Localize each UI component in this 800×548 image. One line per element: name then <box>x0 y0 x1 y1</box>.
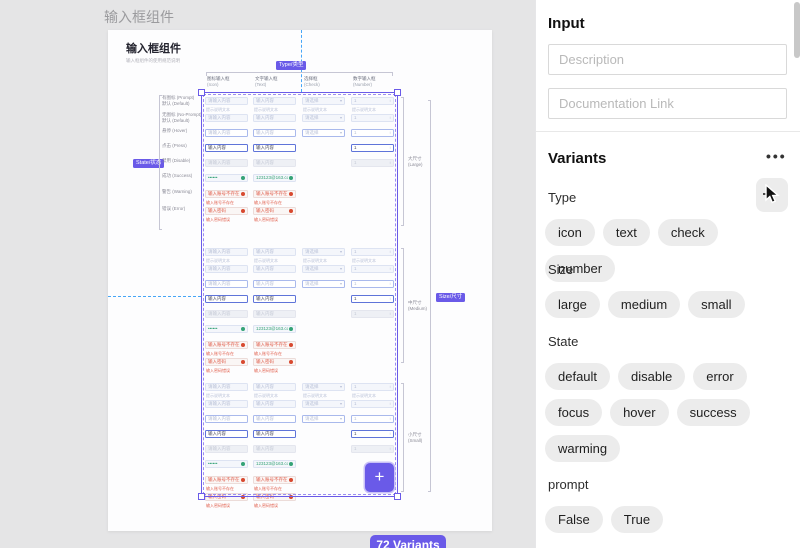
variant-option-pill-large[interactable]: large <box>545 291 600 318</box>
frame-name-label[interactable]: 输入框组件 <box>104 7 174 27</box>
variant-option-pill-default[interactable]: default <box>545 363 610 390</box>
size-section-label: 小尺寸(Small) <box>408 432 430 444</box>
variant-options-row: large medium small <box>545 291 755 318</box>
variant-options-row: default disable error focus hover success warm… <box>545 363 755 462</box>
description-input[interactable] <box>548 44 787 75</box>
variant-option-pill-small[interactable]: small <box>688 291 744 318</box>
variant-option-pill-True[interactable]: True <box>611 506 663 533</box>
variants-count-badge: 72 Variants <box>370 535 446 548</box>
column-header: 图标输入框(Icon) <box>207 76 253 88</box>
figma-workspace: 输入框组件 输入框组件 输入框组件的使用规范说明 Type/类型 State/状… <box>0 0 800 548</box>
documentation-link-input[interactable] <box>548 88 787 119</box>
add-variant-button[interactable]: + <box>365 463 394 492</box>
cell-helper-text: 输入密码错误 <box>206 503 230 509</box>
selection-handle-bottom-left[interactable] <box>198 493 205 500</box>
variants-section-title: Variants <box>548 150 606 167</box>
variant-options-row: icontextchecknumber <box>545 219 755 282</box>
selection-box <box>201 92 398 497</box>
horizontal-guide-line <box>108 296 201 297</box>
component-set-outline <box>203 94 396 495</box>
row-state-label: 有图标 (Prompt)默认 (Default) <box>162 95 204 106</box>
more-options-icon[interactable]: ••• <box>766 148 787 164</box>
column-header: 选择框(Check) <box>304 76 350 88</box>
size-section-bracket <box>401 383 404 492</box>
design-canvas[interactable]: 输入框组件 输入框组件 输入框组件的使用规范说明 Type/类型 State/状… <box>0 0 535 548</box>
type-dimension-badge: Type/类型 <box>276 61 306 70</box>
size-section-bracket <box>401 97 404 226</box>
selection-handle-top-left[interactable] <box>198 89 205 96</box>
selection-handle-top-right[interactable] <box>394 89 401 96</box>
row-state-label: 成功 (Success) <box>162 173 204 179</box>
cell-helper-text: 输入密码错误 <box>254 503 278 509</box>
variant-option-pill-medium[interactable]: medium <box>608 291 680 318</box>
variant-group-label-prompt: prompt <box>548 477 588 492</box>
variant-option-pill-text[interactable]: text <box>603 219 650 246</box>
variant-option-pill-False[interactable]: False <box>545 506 603 533</box>
variant-option-pill-hover[interactable]: hover <box>610 399 669 426</box>
row-state-label: 悬停 (Hover) <box>162 128 204 134</box>
artboard-subtitle: 输入框组件的使用规范说明 <box>126 58 180 64</box>
variant-option-pill-success[interactable]: success <box>677 399 750 426</box>
variant-option-pill-focus[interactable]: focus <box>545 399 602 426</box>
variant-option-pill-warming[interactable]: warming <box>545 435 620 462</box>
row-state-label: 错误 (Error) <box>162 206 204 212</box>
selection-handle-bottom-right[interactable] <box>394 493 401 500</box>
size-dimension-badge: Size/尺寸 <box>436 293 465 302</box>
variant-group-label-type: Type <box>548 190 576 205</box>
size-section-label: 大尺寸(Large) <box>408 156 430 168</box>
mouse-cursor <box>764 184 781 205</box>
size-section-bracket <box>401 248 404 363</box>
variant-option-pill-disable[interactable]: disable <box>618 363 685 390</box>
column-header: 数字输入框(Number) <box>353 76 399 88</box>
row-state-label: 无图标 (No-Prompt)默认 (Default) <box>162 112 204 123</box>
variant-group-label-state: State <box>548 334 578 349</box>
size-section-label: 中尺寸(Medium) <box>408 300 430 312</box>
row-state-label: 点击 (Press) <box>162 143 204 149</box>
component-artboard[interactable]: 输入框组件 输入框组件的使用规范说明 Type/类型 State/状态 Size… <box>108 30 492 531</box>
variant-options-row: False True <box>545 506 755 533</box>
properties-panel: Input Variants ••• Typeicontextchecknumb… <box>535 0 800 548</box>
variant-option-pill-check[interactable]: check <box>658 219 718 246</box>
variant-option-pill-error[interactable]: error <box>693 363 746 390</box>
row-state-label: 警告 (Warning) <box>162 189 204 195</box>
variant-group-label-size: Size <box>548 262 573 277</box>
artboard-title: 输入框组件 <box>126 40 181 56</box>
panel-scrollbar[interactable] <box>794 2 800 58</box>
row-state-label: 禁用 (Disable) <box>162 158 204 164</box>
variant-option-pill-icon[interactable]: icon <box>545 219 595 246</box>
column-header: 文字输入框(Text) <box>255 76 301 88</box>
section-divider <box>536 131 800 132</box>
panel-title: Input <box>548 15 585 32</box>
